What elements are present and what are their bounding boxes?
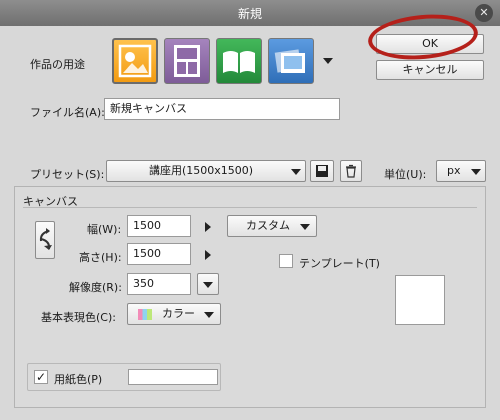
preset-value: 講座用(1500x1500) bbox=[149, 164, 254, 177]
color-mode-value: カラー bbox=[162, 307, 195, 320]
illustration-icon bbox=[118, 44, 152, 78]
usage-comic-button[interactable] bbox=[164, 38, 210, 84]
unit-value: px bbox=[447, 164, 461, 177]
unit-label: 単位(U): bbox=[384, 168, 427, 181]
canvas-panel: キャンバス 幅(W): 1500 カスタム 高さ(H): 1500 テンプレート… bbox=[14, 186, 486, 408]
color-mode-dropdown[interactable]: カラー bbox=[127, 303, 221, 325]
filename-input[interactable]: 新規キャンバス bbox=[104, 98, 340, 120]
close-icon: ✕ bbox=[479, 6, 489, 19]
delete-preset-button[interactable] bbox=[340, 160, 362, 182]
book-icon bbox=[223, 51, 255, 73]
usage-illustration-button[interactable] bbox=[112, 38, 158, 84]
filename-label: ファイル名(A): bbox=[30, 106, 105, 119]
paper-color-label: 用紙色(P) bbox=[54, 373, 103, 386]
new-canvas-dialog: 新規 ✕ 作品の用途 OK キャンセル ファイル名(A): 新規キャンバス プリ… bbox=[0, 0, 500, 420]
width-arrow-icon[interactable] bbox=[205, 222, 211, 232]
chevron-down-icon bbox=[204, 312, 214, 318]
cancel-button[interactable]: キャンセル bbox=[376, 60, 484, 80]
swap-dimensions-button[interactable] bbox=[35, 221, 55, 259]
color-mode-label: 基本表現色(C): bbox=[41, 311, 116, 324]
usage-book-button[interactable] bbox=[216, 38, 262, 84]
close-button[interactable]: ✕ bbox=[475, 4, 493, 22]
resolution-dropdown[interactable] bbox=[197, 273, 219, 295]
height-input[interactable]: 1500 bbox=[127, 243, 191, 265]
chevron-down-icon bbox=[300, 224, 310, 230]
preset-label: プリセット(S): bbox=[30, 168, 105, 181]
rotate-swap-icon bbox=[39, 228, 52, 250]
unit-dropdown[interactable]: px bbox=[436, 160, 486, 182]
height-label: 高さ(H): bbox=[79, 251, 122, 264]
animation-icon bbox=[274, 49, 305, 73]
usage-animation-button[interactable] bbox=[268, 38, 314, 84]
resolution-input[interactable]: 350 bbox=[127, 273, 191, 295]
template-preview bbox=[395, 275, 445, 325]
template-checkbox[interactable] bbox=[279, 254, 293, 268]
size-preset-dropdown[interactable]: カスタム bbox=[227, 215, 317, 237]
size-preset-value: カスタム bbox=[246, 219, 290, 232]
paper-color-group: ✓ 用紙色(P) bbox=[27, 363, 221, 391]
height-arrow-icon[interactable] bbox=[205, 250, 211, 260]
chevron-down-icon bbox=[291, 169, 301, 175]
paper-color-checkbox[interactable]: ✓ bbox=[34, 370, 48, 384]
section-divider bbox=[23, 207, 477, 208]
comic-icon bbox=[174, 45, 200, 77]
chevron-down-icon bbox=[203, 282, 213, 288]
width-input[interactable]: 1500 bbox=[127, 215, 191, 237]
trash-icon bbox=[346, 164, 356, 178]
width-label: 幅(W): bbox=[87, 223, 122, 236]
color-mode-icon bbox=[138, 309, 152, 320]
chevron-down-icon bbox=[471, 169, 481, 175]
preset-dropdown[interactable]: 講座用(1500x1500) bbox=[106, 160, 306, 182]
resolution-label: 解像度(R): bbox=[69, 281, 122, 294]
checkmark-icon: ✓ bbox=[35, 370, 47, 384]
usage-label: 作品の用途 bbox=[30, 58, 85, 71]
save-icon bbox=[316, 165, 328, 177]
save-preset-button[interactable] bbox=[310, 160, 334, 182]
usage-more-chevron-down-icon[interactable] bbox=[323, 58, 333, 64]
template-label: テンプレート(T) bbox=[299, 257, 380, 270]
paper-color-swatch[interactable] bbox=[128, 369, 218, 385]
